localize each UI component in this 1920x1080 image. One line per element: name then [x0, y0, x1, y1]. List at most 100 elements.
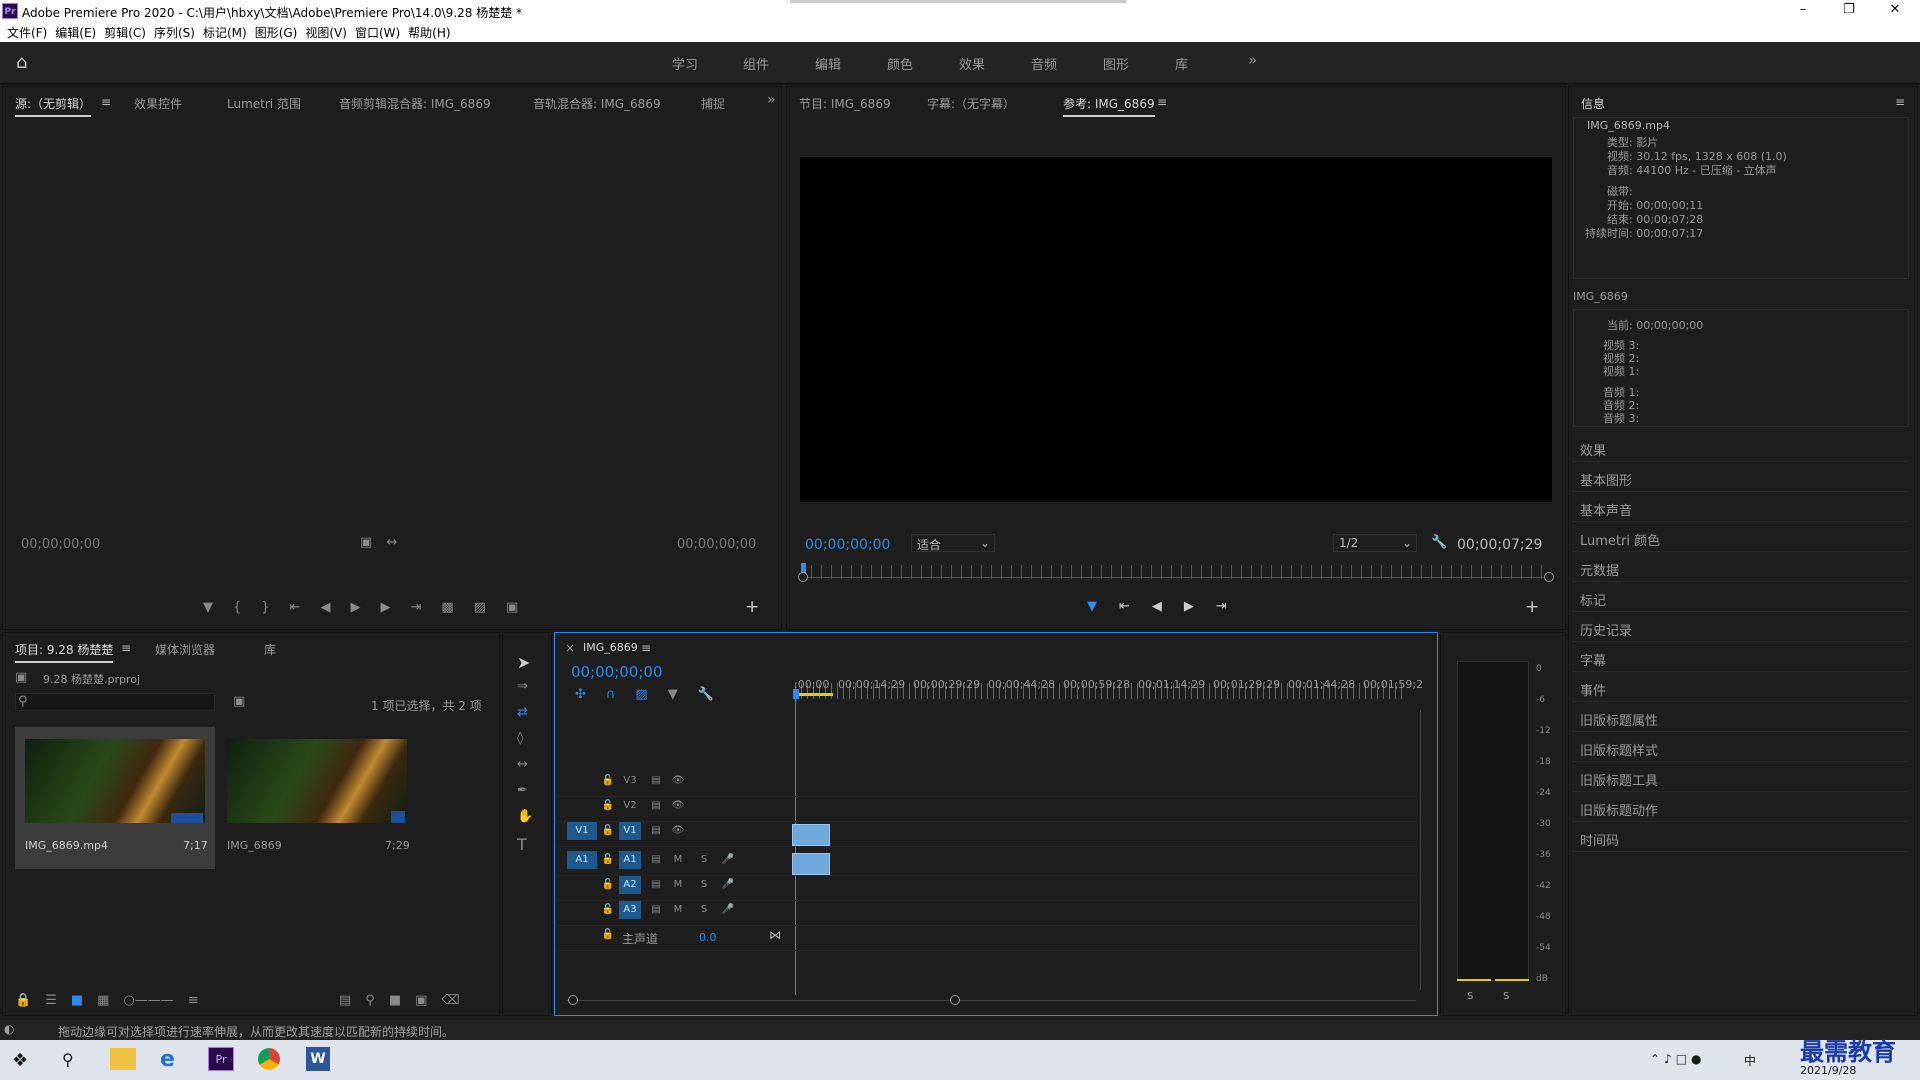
- minimize-icon[interactable]: –: [1780, 0, 1826, 22]
- source-drop-icon[interactable]: ▣: [359, 535, 373, 550]
- project-search-input[interactable]: [15, 693, 215, 711]
- premiere-taskbar-icon[interactable]: Pr: [208, 1047, 234, 1071]
- panel-history[interactable]: 历史记录: [1572, 612, 1908, 642]
- tab-libraries[interactable]: 库: [264, 641, 276, 658]
- sync-lock-icon[interactable]: ▤: [645, 822, 667, 840]
- timeline-h-scroll[interactable]: [566, 1000, 1416, 1001]
- track-label[interactable]: A3: [619, 901, 641, 919]
- timeline-settings-icon[interactable]: 🔧: [698, 687, 714, 702]
- more-panels-icon[interactable]: »: [767, 92, 776, 108]
- ws-audio[interactable]: 音频: [1031, 54, 1057, 73]
- close-icon[interactable]: ✕: [1872, 0, 1918, 22]
- ripple-edit-tool-icon[interactable]: ⇄: [517, 705, 528, 720]
- ime-indicator[interactable]: 中: [1744, 1052, 1756, 1069]
- new-bin-icon[interactable]: ■: [389, 993, 401, 1008]
- resolution-dropdown[interactable]: 1/2 ⌄: [1333, 534, 1417, 552]
- new-item-icon[interactable]: ▣: [415, 993, 427, 1008]
- program-tc-current[interactable]: 00;00;00;00: [805, 537, 890, 553]
- selection-tool-icon[interactable]: ➤: [517, 653, 530, 672]
- source-patch-v1[interactable]: V1: [567, 822, 597, 840]
- panel-legacy-title-actions[interactable]: 旧版标题动作: [1572, 792, 1908, 822]
- track-lock-icon[interactable]: 🔓: [597, 926, 619, 944]
- list-view-icon[interactable]: ☰: [45, 993, 57, 1008]
- mute-button[interactable]: M: [667, 876, 689, 894]
- add-marker-icon[interactable]: ▼: [203, 600, 213, 615]
- go-to-in-icon[interactable]: ⇤: [1119, 599, 1130, 614]
- info-menu-icon[interactable]: ≡: [1895, 95, 1905, 109]
- track-lock-icon[interactable]: 🔓: [597, 772, 619, 790]
- program-zoom-track[interactable]: [801, 577, 1551, 578]
- audio-clip[interactable]: [792, 853, 830, 875]
- tab-reference[interactable]: 参考: IMG_6869: [1063, 95, 1155, 117]
- go-to-in-icon[interactable]: ⇤: [290, 600, 301, 615]
- menu-window[interactable]: 窗口(W): [354, 22, 407, 42]
- timeline-scroll-right-handle[interactable]: [950, 995, 960, 1005]
- timeline-v-scroll[interactable]: [1420, 710, 1421, 990]
- ws-graphics[interactable]: 图形: [1103, 54, 1129, 73]
- play-icon[interactable]: ▶: [350, 600, 360, 615]
- windows-start-icon[interactable]: ❖: [12, 1050, 28, 1071]
- linked-selection-icon[interactable]: ▨: [635, 687, 647, 702]
- menu-file[interactable]: 文件(F): [6, 22, 54, 42]
- source-patch-a1[interactable]: A1: [567, 851, 597, 869]
- sync-lock-icon[interactable]: ▤: [645, 851, 667, 869]
- panel-timecode[interactable]: 时间码: [1572, 822, 1908, 852]
- add-marker-icon[interactable]: ▼: [668, 687, 678, 702]
- track-label[interactable]: V2: [619, 797, 641, 815]
- fit-dropdown[interactable]: 适合 ⌄: [911, 534, 995, 552]
- panel-legacy-title-tools[interactable]: 旧版标题工具: [1572, 762, 1908, 792]
- lock-icon[interactable]: 🔒: [15, 993, 31, 1008]
- mic-icon[interactable]: 🎤: [717, 901, 739, 919]
- timeline-scroll-left-handle[interactable]: [568, 995, 578, 1005]
- trash-icon[interactable]: ⌫: [441, 993, 459, 1008]
- razor-tool-icon[interactable]: ◊: [517, 731, 523, 746]
- program-video-frame[interactable]: [800, 157, 1552, 502]
- panel-legacy-title-styles[interactable]: 旧版标题样式: [1572, 732, 1908, 762]
- step-forward-icon[interactable]: ▶: [380, 600, 390, 615]
- tab-effect-controls[interactable]: 效果控件: [134, 95, 182, 112]
- track-lock-icon[interactable]: 🔓: [597, 876, 619, 894]
- step-forward-icon[interactable]: ▶: [1184, 599, 1194, 614]
- tab-captions[interactable]: 字幕:（无字幕）: [927, 95, 1015, 112]
- eye-icon[interactable]: 👁: [667, 797, 689, 815]
- track-select-tool-icon[interactable]: ⇒: [517, 679, 528, 694]
- hand-tool-icon[interactable]: ✋: [517, 809, 533, 824]
- menu-clip[interactable]: 剪辑(C): [103, 22, 153, 42]
- tab-project[interactable]: 项目: 9.28 杨楚楚: [15, 641, 114, 663]
- mic-icon[interactable]: 🎤: [717, 851, 739, 869]
- timeline-close-icon[interactable]: ×: [565, 641, 575, 655]
- track-lock-icon[interactable]: 🔓: [597, 851, 619, 869]
- eye-icon[interactable]: 👁: [667, 822, 689, 840]
- meter-solo-left[interactable]: S: [1467, 991, 1473, 1002]
- type-tool-icon[interactable]: T: [517, 835, 527, 854]
- mic-icon[interactable]: 🎤: [717, 876, 739, 894]
- freeform-view-icon[interactable]: ▦: [97, 993, 109, 1008]
- mute-button[interactable]: M: [667, 901, 689, 919]
- mute-button[interactable]: M: [667, 851, 689, 869]
- taskbar-search-icon[interactable]: ⚲: [62, 1050, 74, 1069]
- work-area-bar[interactable]: [795, 693, 833, 696]
- source-tc-left[interactable]: 00;00;00;00: [21, 537, 100, 552]
- track-lock-icon[interactable]: 🔓: [597, 901, 619, 919]
- automate-icon[interactable]: ▤: [339, 993, 351, 1008]
- file-explorer-icon[interactable]: [110, 1048, 136, 1070]
- ws-editing[interactable]: 编辑: [815, 54, 841, 73]
- ws-more-icon[interactable]: »: [1248, 51, 1257, 69]
- sync-lock-icon[interactable]: ▤: [645, 901, 667, 919]
- panel-essential-graphics[interactable]: 基本图形: [1572, 462, 1908, 492]
- master-volume[interactable]: 0.0: [699, 931, 717, 944]
- sort-icon[interactable]: ≡: [188, 993, 199, 1008]
- home-icon[interactable]: ⌂: [16, 53, 38, 73]
- nest-icon[interactable]: ✣: [575, 687, 586, 702]
- pen-tool-icon[interactable]: ✒: [517, 783, 528, 798]
- sync-lock-icon[interactable]: ▤: [645, 772, 667, 790]
- snap-icon[interactable]: ∩: [606, 687, 616, 702]
- edge-browser-icon[interactable]: e: [160, 1047, 175, 1072]
- export-frame-icon[interactable]: ▣: [506, 600, 518, 615]
- menu-marker[interactable]: 标记(M): [202, 22, 254, 42]
- new-bin-from-search-icon[interactable]: ▣: [233, 694, 245, 709]
- panel-effects[interactable]: 效果: [1572, 432, 1908, 462]
- project-item-selected[interactable]: IMG_6869.mp4 7;17: [15, 727, 215, 869]
- panel-markers[interactable]: 标记: [1572, 582, 1908, 612]
- tab-source[interactable]: 源:（无剪辑）: [15, 95, 92, 117]
